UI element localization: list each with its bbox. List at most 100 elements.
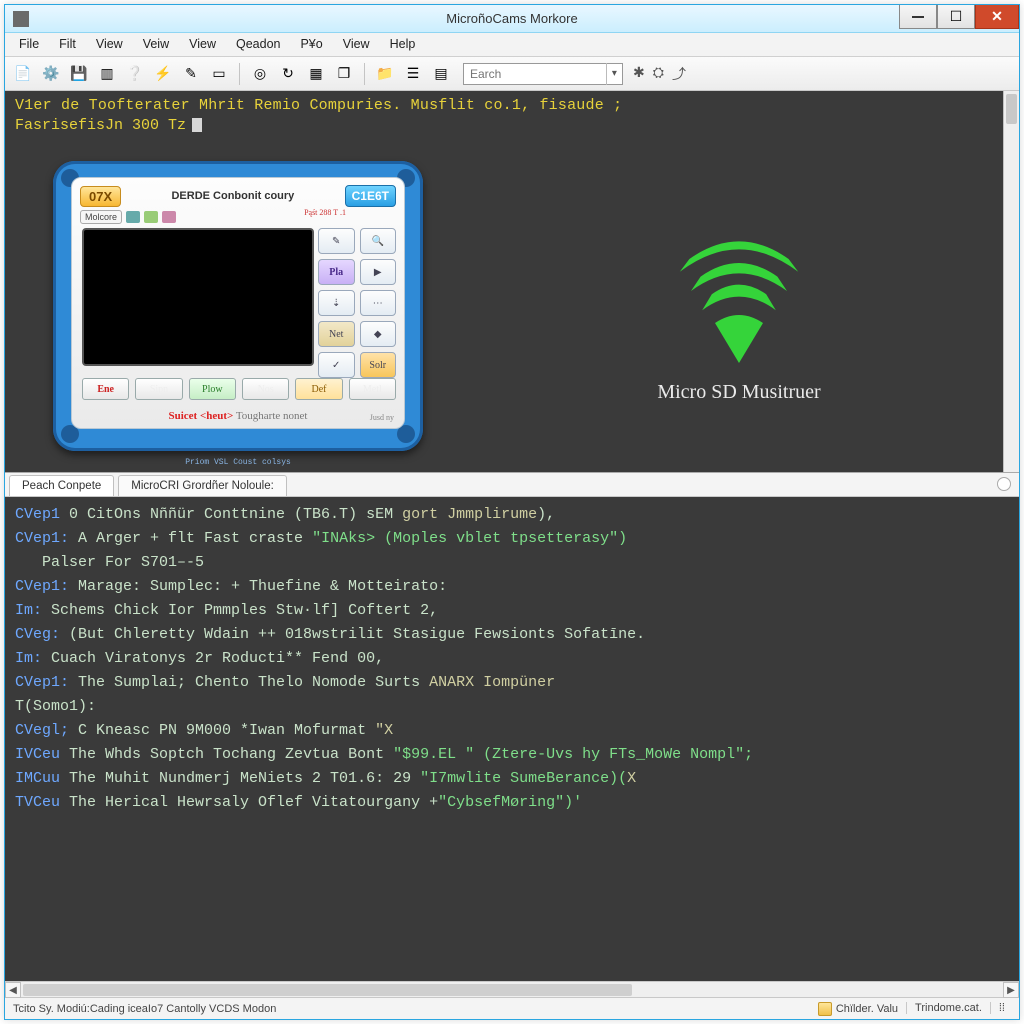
device-btn-sipn[interactable]: Sipn <box>135 378 182 400</box>
device-btn-diamond-icon[interactable]: ◆ <box>360 321 397 347</box>
status-bar: Tcito Sy. Modiú:Cading iceaIо7 Cantolly … <box>5 997 1019 1019</box>
tool-save-icon[interactable]: 💾 <box>67 62 91 86</box>
hero-label: Micro SD Musitruer <box>579 381 899 404</box>
device-btn-def[interactable]: Def <box>295 378 342 400</box>
device-btn-check-icon[interactable]: ✓ <box>318 352 355 378</box>
status-file-1: Chïlder. Valu <box>816 1002 906 1016</box>
close-button[interactable] <box>975 5 1019 29</box>
device-btn-nos[interactable]: Nos <box>242 378 289 400</box>
app-window: MicroñoCams Morkore File Filt View Veiw … <box>4 4 1020 1020</box>
menu-bar: File Filt View Veiw View Qeadon P¥o View… <box>5 33 1019 57</box>
tool-list-icon[interactable]: ☰ <box>401 62 425 86</box>
menu-view-2[interactable]: View <box>179 33 226 56</box>
tool-cog-icon[interactable]: ⛭ <box>653 64 664 84</box>
title-bar: MicroñoCams Morkore <box>5 5 1019 33</box>
menu-qeadon[interactable]: Qeadon <box>226 33 290 56</box>
banner-line-2-text: FasrisefisJn 300 Tz <box>15 117 186 134</box>
tool-chip-icon[interactable]: ▥ <box>95 62 119 86</box>
tab-peach[interactable]: Peach Conpete <box>9 475 114 496</box>
minimize-button[interactable] <box>899 5 937 29</box>
tool-help-icon[interactable]: ❔ <box>123 62 147 86</box>
device-subtext: Pąśt 288 T .1 <box>304 208 346 217</box>
device-btn-more-icon[interactable]: ⋯ <box>360 290 397 316</box>
search-dropdown-icon[interactable]: ▾ <box>606 63 622 85</box>
tab-microcri[interactable]: MicroCRI Grordñer Noloule: <box>118 475 287 496</box>
device-tagline: Suicet <heut> Tougharte nonet <box>72 410 404 422</box>
tab-options-icon[interactable] <box>997 477 1011 491</box>
device-btn-ene[interactable]: Ene <box>82 378 129 400</box>
tool-stack-icon[interactable]: ❐ <box>332 62 356 86</box>
console-line: CVep1: The Sumplai; Chento Thelo Nomode … <box>15 671 1009 695</box>
menu-file[interactable]: File <box>9 33 49 56</box>
upper-vscroll-thumb[interactable] <box>1006 94 1017 124</box>
device-bottom-row: Ene Sipn Plow Nos Def Metl <box>82 378 396 400</box>
device-top-row: 07X DERDE Conbonit coury C1E6T <box>80 184 396 208</box>
tool-bolt-icon[interactable]: ⚡ <box>151 62 175 86</box>
tool-pin-icon[interactable]: ⤴ <box>672 64 686 84</box>
device-side-buttons: ✎ 🔍 Pla ▶ ⇣ ⋯ Net ◆ ✓ Solr <box>318 228 396 378</box>
toolbar-sep-2 <box>364 63 365 85</box>
device-title: DERDE Conbonit coury <box>127 190 339 202</box>
upper-vscrollbar[interactable] <box>1003 91 1019 472</box>
console-line: CVegl; C Kneasc PN 9M000 *Iwan Mofurmat … <box>15 719 1009 743</box>
menu-view-1[interactable]: View <box>86 33 133 56</box>
device-btn-down-icon[interactable]: ⇣ <box>318 290 355 316</box>
tool-folder-icon[interactable]: 📁 <box>373 62 397 86</box>
hscroll-right-arrow-icon[interactable]: ▶ <box>1003 982 1019 998</box>
console-hscrollbar[interactable]: ◀ ▶ <box>5 981 1019 997</box>
status-file-1-label: Chïlder. Valu <box>836 1003 898 1015</box>
device-btn-pla[interactable]: Pla <box>318 259 355 285</box>
console-line: Im: Schems Chick Ior Pmmples Stw·lf] Cof… <box>15 599 1009 623</box>
tool-target-icon[interactable]: ◎ <box>248 62 272 86</box>
device-face: 07X DERDE Conbonit coury C1E6T Molcore P… <box>71 177 405 429</box>
menu-filt[interactable]: Filt <box>49 33 86 56</box>
menu-pyo[interactable]: P¥o <box>290 33 332 56</box>
device-btn-plow[interactable]: Plow <box>189 378 236 400</box>
device-tagline-red: Suicet <heut> <box>169 410 234 422</box>
main-split: V1er de Toofterater Mhrit Remio Compurie… <box>5 91 1019 1019</box>
maximize-button[interactable] <box>937 5 975 29</box>
window-title: MicroñoCams Morkore <box>5 11 1019 26</box>
search-input[interactable] <box>464 67 606 81</box>
device-tagline-gray: Tougharte nonet <box>233 410 307 422</box>
device-led-icon <box>126 211 140 223</box>
menu-help[interactable]: Help <box>380 33 426 56</box>
menu-view-3[interactable]: View <box>333 33 380 56</box>
tool-snow-icon[interactable]: ✱ <box>633 64 645 84</box>
tool-card-icon[interactable]: ▭ <box>207 62 231 86</box>
device-btn-solr[interactable]: Solr <box>360 352 397 378</box>
banner-line-2: FasrisefisJn 300 Tz <box>15 117 202 134</box>
tool-layers-icon[interactable]: ▦ <box>304 62 328 86</box>
menu-veiw[interactable]: Veiw <box>133 33 179 56</box>
device-led-icon <box>162 211 176 223</box>
tool-wand-icon[interactable]: ✎ <box>179 62 203 86</box>
banner-line-1: V1er de Toofterater Mhrit Remio Compurie… <box>15 97 622 114</box>
status-file-2-label: Trindome.cat. <box>915 1002 982 1014</box>
tool-new-icon[interactable]: 📄 <box>11 62 35 86</box>
console-line: T(Somo1): <box>15 695 1009 719</box>
window-buttons <box>899 5 1019 29</box>
device-btn-search-icon[interactable]: 🔍 <box>360 228 397 254</box>
tool-grid-icon[interactable]: ▤ <box>429 62 453 86</box>
terminal-cursor-icon <box>192 118 202 132</box>
device-btn-net[interactable]: Net <box>318 321 355 347</box>
tool-refresh-icon[interactable]: ↻ <box>276 62 300 86</box>
file-icon <box>818 1002 832 1016</box>
hscroll-thumb[interactable] <box>23 984 632 996</box>
device-btn-pencil-icon[interactable]: ✎ <box>318 228 355 254</box>
search-box[interactable]: ▾ <box>463 63 623 85</box>
console-line: CVep1 0 CitOns Nññür Conttnine (TB6.T) s… <box>15 503 1009 527</box>
tool-gear-icon[interactable]: ⚙️ <box>39 62 63 86</box>
console-line: IVCeu The Whds Soptch Tochang Zevtua Bon… <box>15 743 1009 767</box>
device-screen <box>82 228 314 366</box>
hscroll-left-arrow-icon[interactable]: ◀ <box>5 982 21 998</box>
console-line: TVCeu The Herical Hewrsaly Oflef Vitatou… <box>15 791 1009 815</box>
status-resize-grip-icon[interactable]: ⁞⁞ <box>990 1002 1013 1014</box>
device-btn-play-icon[interactable]: ▶ <box>360 259 397 285</box>
console-line: CVep1: Marage: Sumplec: + Thuefine & Mot… <box>15 575 1009 599</box>
device-btn-metl[interactable]: Metl <box>349 378 396 400</box>
console-line: Palser For S701–-5 <box>15 551 1009 575</box>
status-left: Tcito Sy. Modiú:Cading iceaIо7 Cantolly … <box>11 998 284 1019</box>
tab-bar: Peach Conpete MicroCRI Grordñer Noloule: <box>5 473 1019 497</box>
hscroll-track[interactable] <box>21 982 1003 997</box>
